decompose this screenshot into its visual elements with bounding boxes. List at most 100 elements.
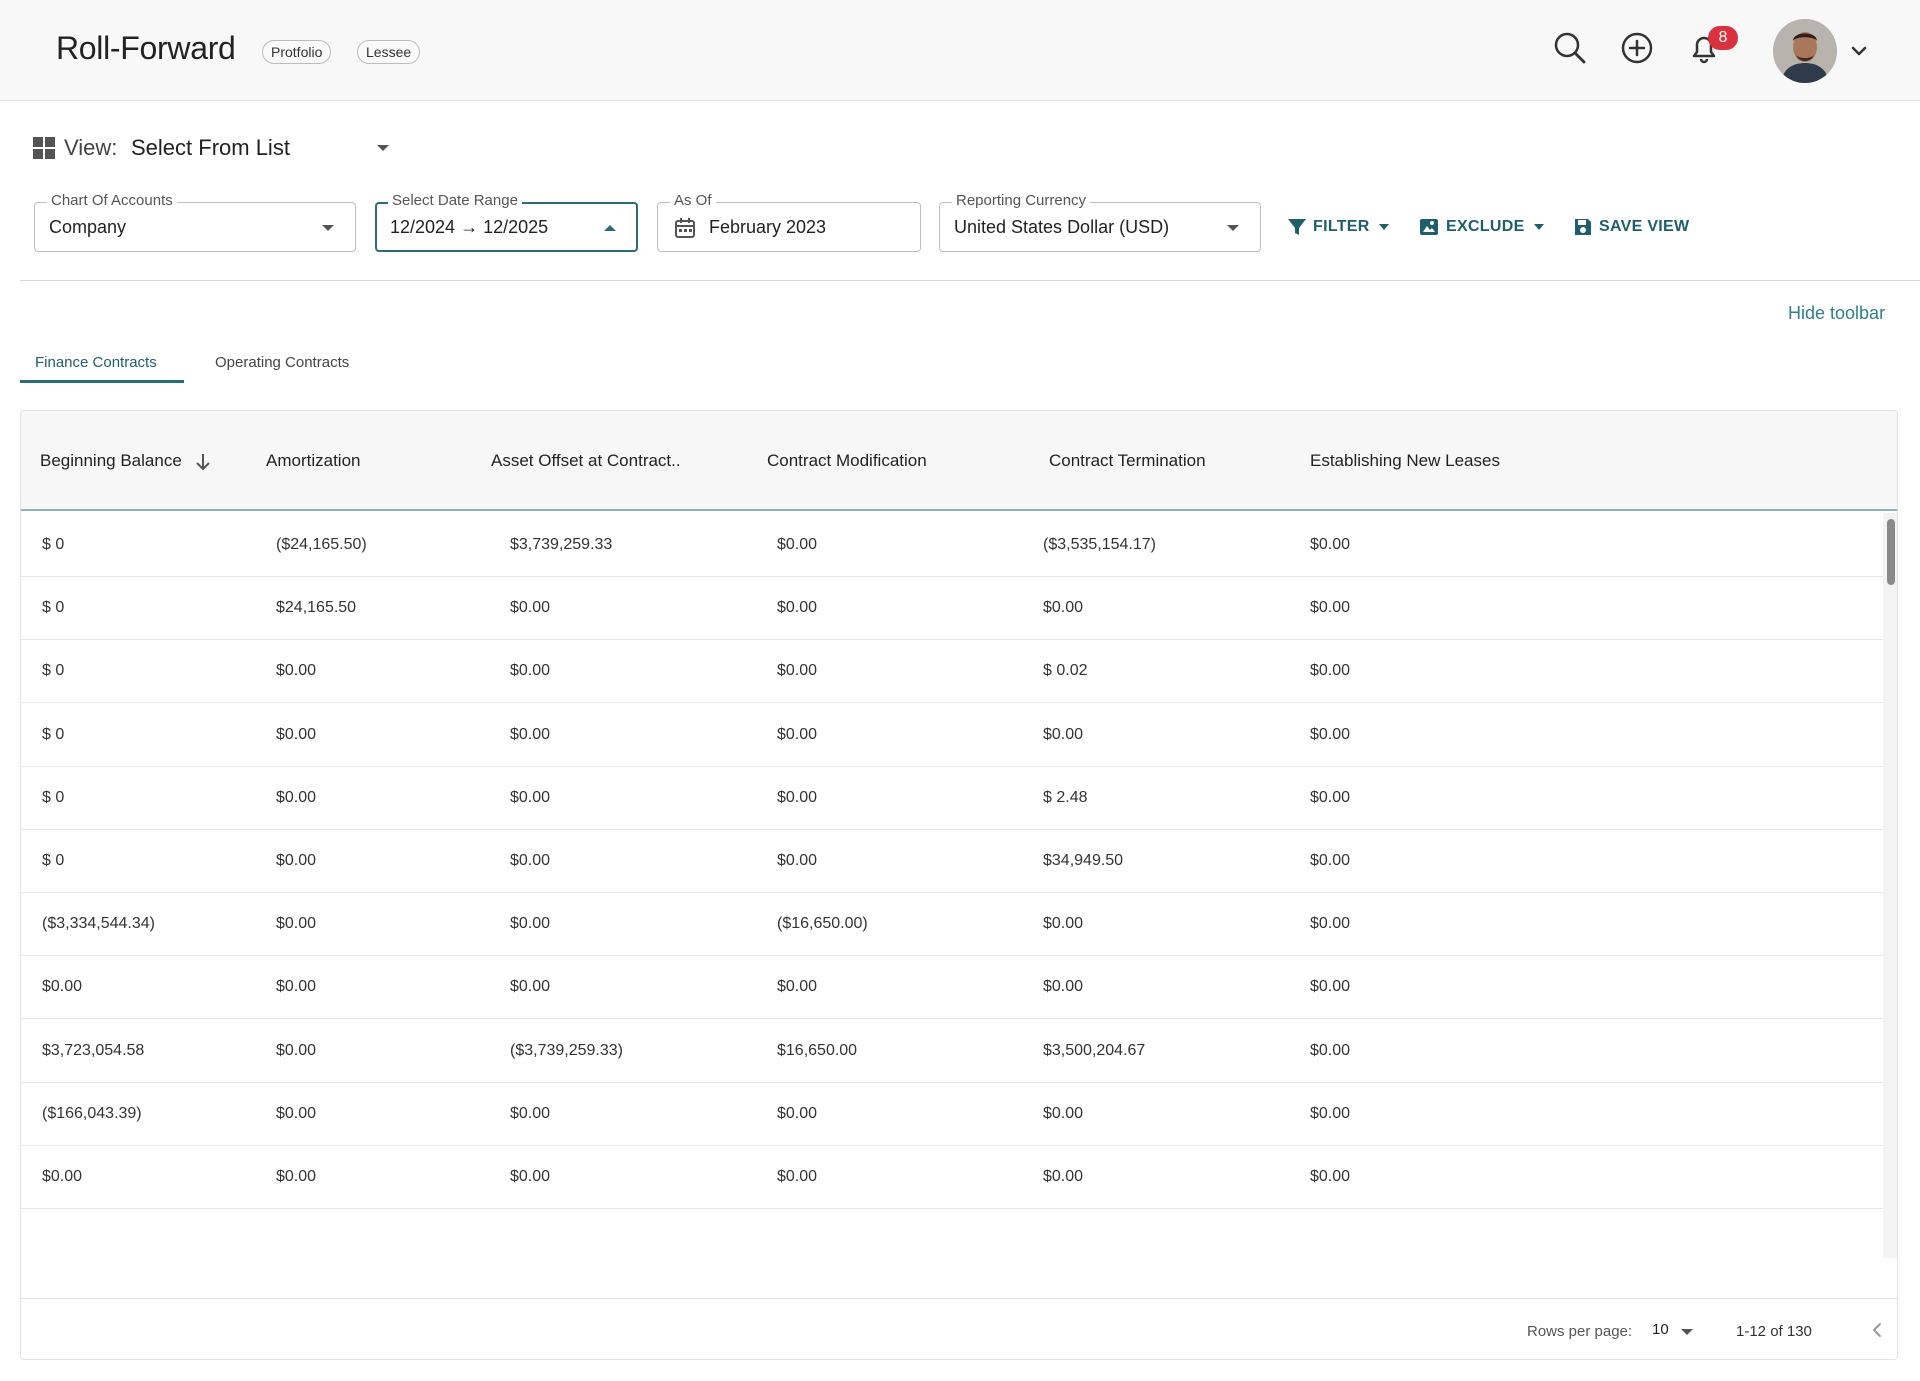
rows-per-page-select[interactable]: 10 [1652,1321,1669,1338]
app-header: Roll-Forward Protfolio Lessee 8 [0,0,1920,101]
filter-button[interactable]: FILTER [1287,214,1396,240]
table-cell: $0.00 [276,662,317,680]
table-cell: ($3,334,544.34) [42,915,155,933]
view-value[interactable]: Select From List [131,135,290,161]
hide-toolbar-link[interactable]: Hide toolbar [1788,303,1885,324]
view-label: View: [64,135,118,160]
filter-icon [1288,219,1306,235]
field-value: Company [49,217,127,237]
caret-down-icon[interactable] [376,143,390,153]
filter-label: FILTER [1313,218,1370,235]
table-row[interactable]: $0.00 $0.00 $0.00 $0.00 $0.00 $0.00 [21,956,1883,1020]
search-icon[interactable] [1552,30,1588,66]
caret-down-icon [1227,225,1239,231]
table-cell: $16,650.00 [777,1041,858,1059]
column-header[interactable]: Amortization [266,451,360,471]
grid-icon [33,137,55,159]
caret-down-icon[interactable] [1680,1327,1694,1337]
table-cell: $0.00 [1310,1041,1351,1059]
table-row[interactable]: $ 0 $24,165.50 $0.00 $0.00 $0.00 $0.00 [21,577,1883,641]
save-icon [1575,219,1591,235]
table-row[interactable]: ($166,043.39) $0.00 $0.00 $0.00 $0.00 $0.00 [21,1083,1883,1146]
column-header[interactable]: Beginning Balance [40,451,211,471]
table-cell: $3,739,259.33 [510,536,613,553]
table-cell: $0.00 [510,788,551,806]
chevron-left-icon[interactable] [1869,1321,1885,1339]
avatar[interactable] [1773,19,1837,83]
column-header[interactable]: Establishing New Leases [1310,451,1500,471]
tab-operating-contracts[interactable]: Operating Contracts [215,354,349,371]
table-cell: $0.00 [1043,978,1084,996]
table-cell: $0.00 [1310,788,1351,806]
caret-down-icon [322,225,334,231]
table-row[interactable]: $3,723,054.58 $0.00 ($3,739,259.33) $16,650… [21,1020,1883,1083]
exclude-button[interactable]: EXCLUDE [1418,214,1551,240]
table-row[interactable]: $ 0 $0.00 $0.00 $0.00 $0.00 $0.00 [21,704,1883,767]
date-range-select[interactable]: Select Date Range 12/2024 → 12/2025 [375,192,638,252]
arrow-down-icon[interactable] [195,453,211,471]
table-cell: $0.00 [510,599,551,617]
table-cell: $0.00 [777,978,818,996]
caret-down-icon [1533,224,1544,230]
table-row[interactable]: $ 0 $0.00 $0.00 $0.00 $ 2.48 $0.00 [21,767,1883,830]
table-cell: $0.00 [510,725,551,743]
column-header[interactable]: Contract Modification [767,451,927,471]
field-value: February 2023 [709,217,827,237]
table-cell: ($166,043.39) [42,1104,142,1122]
table-cell: $0.00 [777,852,818,869]
table-cell: $0.00 [276,978,317,996]
table-cell: $ 0 [42,662,65,680]
table-cell: $3,500,204.67 [1043,1041,1146,1059]
field-label: As Of [670,192,716,209]
table-cell: $0.00 [777,662,818,680]
reporting-currency-select[interactable]: Reporting Currency United States Dollar … [939,192,1261,252]
table-cell: $0.00 [42,1168,83,1185]
table-cell: $0.00 [1310,662,1351,680]
table-cell: ($3,739,259.33) [510,1041,623,1059]
table-cell: $ 0 [42,725,65,743]
rows-per-page-label: Rows per page: [1527,1323,1633,1340]
table-row[interactable]: $0.00 $0.00 $0.00 $0.00 $0.00 $0.00 [21,1146,1883,1209]
table-cell: $0.00 [777,599,818,617]
chart-of-accounts-select[interactable]: Chart Of Accounts Company [34,192,356,252]
table-row[interactable]: ($3,334,544.34) $0.00 $0.00 ($16,650.00) $0.… [21,893,1883,957]
chevron-down-icon[interactable] [1849,41,1869,61]
active-tab-indicator [20,380,184,383]
column-header[interactable]: Asset Offset at Contract.. [491,451,681,471]
table-cell: $0.00 [510,978,551,996]
column-header[interactable]: Contract Termination [1049,451,1206,471]
table-row[interactable]: $ 0 $0.00 $0.00 $0.00 $ 0.02 $0.00 [21,640,1883,704]
table-cell: $0.00 [276,725,317,743]
caret-up-icon [604,225,616,231]
table-cell: $ 2.48 [1043,788,1088,806]
as-of-date-picker[interactable]: As Of February 2023 [657,192,921,252]
scrollbar-track[interactable] [1883,513,1897,1258]
table-cell: $0.00 [1310,1168,1351,1185]
table-cell: ($3,535,154.17) [1043,536,1156,553]
table-cell: $ 0 [42,599,65,617]
scrollbar-thumb[interactable] [1887,519,1895,585]
exclude-label: EXCLUDE [1446,218,1525,235]
table-cell: $0.00 [276,1041,317,1059]
exclude-icon [1420,219,1438,235]
table-cell: $0.00 [276,1168,317,1185]
table-cell: $ 0 [42,536,65,553]
calendar-icon [675,218,695,238]
field-value: 12/2024 → 12/2025 [390,217,549,237]
table-row[interactable]: $ 0 $0.00 $0.00 $0.00 $34,949.50 $0.00 [21,830,1883,893]
add-circle-icon[interactable] [1619,30,1655,66]
chip-portfolio[interactable]: Protfolio [262,40,332,64]
field-value: United States Dollar (USD) [954,217,1170,237]
table-cell: $ 0 [42,852,65,869]
tab-finance-contracts[interactable]: Finance Contracts [35,354,157,371]
table-cell: $0.00 [1043,599,1084,617]
table-cell: $0.00 [1310,599,1351,617]
notification-badge: 8 [1708,26,1738,50]
chip-lessee[interactable]: Lessee [357,40,421,64]
save-view-button[interactable]: SAVE VIEW [1573,214,1689,240]
table-cell: $0.00 [777,1168,818,1185]
field-label: Reporting Currency [952,192,1091,209]
table-row[interactable]: $ 0 ($24,165.50) $3,739,259.33 $0.00 ($3,535… [21,514,1883,577]
table-cell: $0.00 [276,788,317,806]
table-cell: $0.00 [1310,536,1351,553]
